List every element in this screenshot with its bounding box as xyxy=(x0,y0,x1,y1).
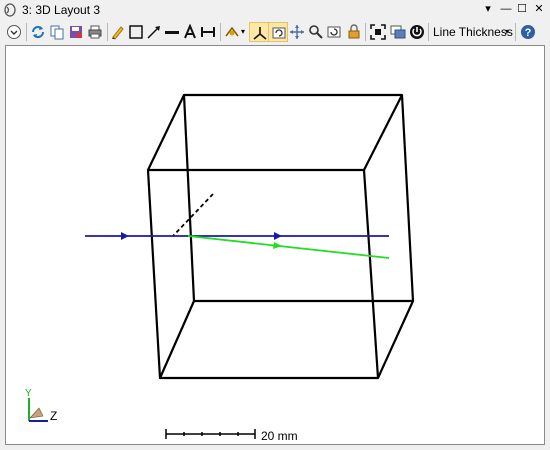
ray-direction-arrow xyxy=(274,232,282,240)
layout-viewport[interactable]: Y Z 20 mm xyxy=(5,45,545,445)
layout-scene xyxy=(28,93,415,439)
scale-bar xyxy=(165,429,256,439)
zoom-button[interactable] xyxy=(306,22,326,42)
toolbar-separator xyxy=(515,23,516,41)
toolbar-separator xyxy=(26,23,27,41)
chevron-down-icon: ▾ xyxy=(505,27,510,36)
fit-button[interactable] xyxy=(368,22,388,42)
prism-edge xyxy=(158,300,196,379)
axes-button[interactable] xyxy=(249,22,269,42)
pan-icon xyxy=(290,25,304,39)
lock-button[interactable] xyxy=(344,22,364,42)
axes-icon xyxy=(253,27,267,40)
line-thickness-dropdown[interactable]: Line Thickness xyxy=(430,22,516,42)
save-button[interactable] xyxy=(66,22,86,42)
maximize-button[interactable]: ☐ xyxy=(514,2,530,17)
settings-dropdown-button[interactable] xyxy=(4,22,24,42)
x-axis-marker xyxy=(29,407,44,419)
printer-icon xyxy=(88,25,102,39)
power-button[interactable] xyxy=(407,22,427,42)
zoom-extents-icon xyxy=(327,26,341,38)
rotate-dropdown-arrow[interactable]: ▾ xyxy=(241,22,245,42)
window-title: 3: 3D Layout 3 xyxy=(22,3,101,17)
print-button[interactable] xyxy=(85,22,105,42)
layout-window: 3: 3D Layout 3 ▾ — ☐ ✕ ▾ Line Thickness … xyxy=(0,0,550,450)
zoom-extents-button[interactable] xyxy=(324,22,344,42)
draw-text-button[interactable] xyxy=(180,22,200,42)
line-icon xyxy=(165,31,179,34)
refracted-ray xyxy=(187,235,390,259)
window-layout-icon xyxy=(390,25,406,39)
rotate-icon xyxy=(225,26,239,37)
prism-front-face xyxy=(146,168,380,380)
power-icon xyxy=(410,25,424,39)
pin-button[interactable]: ▾ xyxy=(480,2,496,17)
prism-edge xyxy=(363,94,403,171)
axis-triad xyxy=(28,398,48,422)
pencil-icon xyxy=(112,26,124,40)
reset-view-icon xyxy=(272,27,286,39)
ray-direction-arrow xyxy=(273,242,282,249)
save-icon xyxy=(70,26,82,38)
draw-arrow-button[interactable] xyxy=(144,22,164,42)
app-icon xyxy=(4,3,16,17)
dimension-icon xyxy=(201,27,215,37)
refresh-icon xyxy=(32,26,44,38)
toolbar-separator xyxy=(428,23,429,41)
title-bar: 3: 3D Layout 3 ▾ — ☐ ✕ xyxy=(0,0,550,20)
toolbar-separator xyxy=(220,23,221,41)
dimension-button[interactable] xyxy=(198,22,218,42)
arrow-icon xyxy=(147,26,160,39)
draw-line-button[interactable] xyxy=(162,22,182,42)
prism-edge xyxy=(147,94,185,171)
chevron-down-icon xyxy=(7,25,21,39)
fit-icon xyxy=(370,24,386,40)
refresh-button[interactable] xyxy=(28,22,48,42)
pan-button[interactable] xyxy=(287,22,307,42)
draw-rectangle-button[interactable] xyxy=(126,22,146,42)
help-icon: ? xyxy=(521,25,535,39)
rotate-button[interactable] xyxy=(222,22,242,42)
draw-pencil-button[interactable] xyxy=(108,22,128,42)
z-axis-label: Z xyxy=(50,409,58,423)
toolbar-separator xyxy=(365,23,366,41)
minimize-button[interactable]: — xyxy=(498,2,514,17)
y-axis-label: Y xyxy=(25,388,32,399)
prism-edge xyxy=(376,300,415,379)
reset-view-button[interactable] xyxy=(268,22,288,42)
zoom-icon xyxy=(309,25,323,39)
copy-icon xyxy=(50,25,64,40)
svg-text:?: ? xyxy=(525,27,532,39)
scale-bar-label: 20 mm xyxy=(261,429,298,443)
ray-direction-arrow xyxy=(121,232,129,240)
close-button[interactable]: ✕ xyxy=(531,2,547,17)
text-icon xyxy=(184,24,196,39)
toolbar: ▾ Line Thickness ▾ ? xyxy=(0,20,550,44)
copy-button[interactable] xyxy=(47,22,67,42)
lock-icon xyxy=(348,24,360,39)
window-layout-button[interactable] xyxy=(388,22,408,42)
surface-normal-line xyxy=(172,193,214,237)
rectangle-icon xyxy=(129,25,143,39)
help-button[interactable]: ? xyxy=(518,22,538,42)
prism-back-face xyxy=(182,93,415,303)
